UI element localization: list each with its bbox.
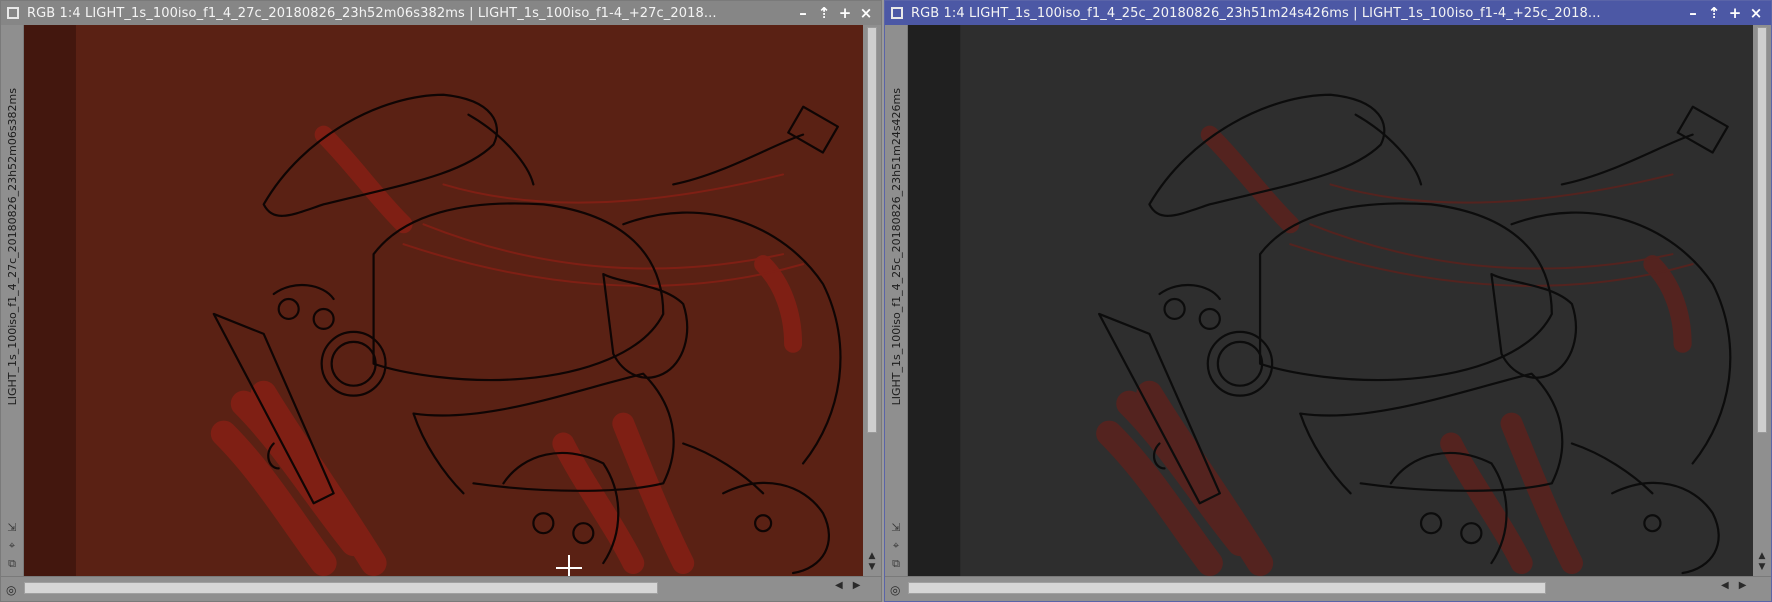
window-titlebar[interactable]: RGB 1:4 LIGHT_1s_100iso_f1_4_25c_2018082… xyxy=(885,1,1771,25)
close-icon[interactable]: × xyxy=(857,4,875,22)
maximize-icon[interactable]: + xyxy=(1726,4,1744,22)
vertical-scroll-thumb[interactable] xyxy=(1757,27,1767,433)
shade-icon[interactable]: ⇡ xyxy=(815,4,833,22)
close-icon[interactable]: × xyxy=(1747,4,1765,22)
scroll-right-icon[interactable]: ▶ xyxy=(1739,580,1747,591)
scroll-up-icon[interactable]: ▲ xyxy=(869,551,876,562)
window-titlebar[interactable]: RGB 1:4 LIGHT_1s_100iso_f1_4_27c_2018082… xyxy=(1,1,881,25)
scroll-down-icon[interactable]: ▼ xyxy=(869,562,876,573)
drawing-image xyxy=(908,25,1732,577)
scroll-right-icon[interactable]: ▶ xyxy=(853,580,861,591)
scroll-up-icon[interactable]: ▲ xyxy=(1759,551,1766,562)
settings-icon[interactable]: ◎ xyxy=(6,583,16,597)
settings-icon[interactable]: ◎ xyxy=(890,583,900,597)
fit-view-icon[interactable]: ⇲ xyxy=(7,521,16,535)
image-canvas[interactable] xyxy=(908,25,1753,577)
vertical-scrollbar[interactable]: ▲ ▼ xyxy=(1753,25,1771,577)
crosshair-icon[interactable]: ⌖ xyxy=(9,539,15,553)
drawing-image xyxy=(24,25,842,577)
vertical-scrollbar[interactable]: ▲ ▼ xyxy=(863,25,881,577)
window-icon[interactable] xyxy=(7,7,19,19)
vertical-view-label[interactable]: LIGHT_1s_100iso_f1_4_27c_20180826_23h52m… xyxy=(6,88,19,405)
fit-view-icon[interactable]: ⇲ xyxy=(891,521,900,535)
minimize-icon[interactable]: – xyxy=(1684,4,1702,22)
horizontal-scroll-thumb[interactable] xyxy=(24,582,658,594)
vertical-view-label[interactable]: LIGHT_1s_100iso_f1_4_25c_20180826_23h51m… xyxy=(890,88,903,405)
scroll-left-icon[interactable]: ◀ xyxy=(835,580,843,591)
maximize-icon[interactable]: + xyxy=(836,4,854,22)
clone-icon[interactable]: ⧉ xyxy=(892,557,900,571)
crosshair-cursor xyxy=(556,555,582,577)
vertical-scroll-thumb[interactable] xyxy=(867,27,877,433)
window-icon[interactable] xyxy=(891,7,903,19)
window-title: RGB 1:4 LIGHT_1s_100iso_f1_4_27c_2018082… xyxy=(27,5,717,21)
image-canvas[interactable] xyxy=(24,25,863,577)
horizontal-scroll-thumb[interactable] xyxy=(908,582,1546,594)
window-title: RGB 1:4 LIGHT_1s_100iso_f1_4_25c_2018082… xyxy=(911,5,1601,21)
horizontal-scrollbar[interactable]: ◎ ◀ ▶ xyxy=(1,576,881,601)
shade-icon[interactable]: ⇡ xyxy=(1705,4,1723,22)
clone-icon[interactable]: ⧉ xyxy=(8,557,16,571)
crosshair-icon[interactable]: ⌖ xyxy=(893,539,899,553)
minimize-icon[interactable]: – xyxy=(794,4,812,22)
scroll-down-icon[interactable]: ▼ xyxy=(1759,562,1766,573)
scroll-left-icon[interactable]: ◀ xyxy=(1721,580,1729,591)
window-side-bar: LIGHT_1s_100iso_f1_4_27c_20180826_23h52m… xyxy=(1,25,24,577)
image-window-right[interactable]: RGB 1:4 LIGHT_1s_100iso_f1_4_25c_2018082… xyxy=(884,0,1772,602)
horizontal-scrollbar[interactable]: ◎ ◀ ▶ xyxy=(885,576,1771,601)
image-window-left[interactable]: RGB 1:4 LIGHT_1s_100iso_f1_4_27c_2018082… xyxy=(0,0,882,602)
window-side-bar: LIGHT_1s_100iso_f1_4_25c_20180826_23h51m… xyxy=(885,25,908,577)
